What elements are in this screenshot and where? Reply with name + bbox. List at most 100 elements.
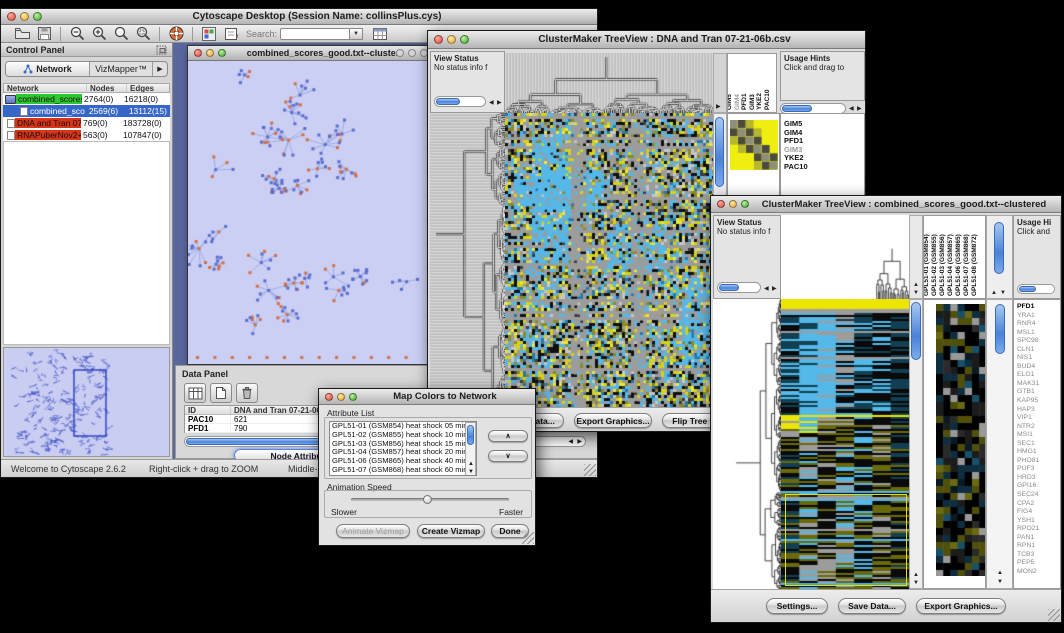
network-row[interactable]: DNA and Tran 07769(0)183728(0)	[3, 117, 170, 129]
scroll-right-arrow[interactable]: ▶	[857, 106, 862, 112]
scroll-left-arrow[interactable]: ◀	[568, 439, 573, 445]
minimize-button[interactable]	[206, 49, 214, 57]
tab-vizmapper[interactable]: VizMapper™	[90, 62, 153, 76]
heatmap-canvas[interactable]	[505, 113, 713, 409]
scroll-right-arrow[interactable]: ▶	[577, 439, 582, 445]
network-row[interactable]: RNAPuberNov2+|563(0)107847(0)	[3, 129, 170, 141]
minimize-button[interactable]	[408, 49, 416, 57]
usage-scrollbar[interactable]	[1017, 284, 1055, 294]
view-status-scrollbar[interactable]	[717, 282, 761, 293]
annotation-button[interactable]	[220, 26, 242, 42]
attribute-item[interactable]: GPL51-07 (GSM868) heat shock 60 min	[330, 466, 476, 475]
network-view-canvas-1[interactable]	[188, 61, 430, 364]
export-graphics-button[interactable]: Export Graphics...	[574, 413, 652, 428]
attribute-browser-button[interactable]	[369, 26, 391, 42]
minimize-button[interactable]	[447, 35, 456, 44]
scroll-left-arrow[interactable]: ◀	[849, 106, 854, 112]
scroll-right-arrow[interactable]: ▶	[497, 100, 502, 106]
help-button[interactable]	[165, 26, 187, 42]
vizmapper-button[interactable]	[198, 26, 220, 42]
minimize-button[interactable]	[337, 393, 345, 401]
scroll-right-arrow[interactable]: ▶	[716, 104, 721, 110]
create-vizmap-button[interactable]: Create Vizmap	[417, 524, 485, 538]
save-session-button[interactable]	[33, 26, 55, 42]
tab-network[interactable]: Network	[6, 62, 90, 76]
column-dendrogram-canvas[interactable]	[781, 215, 909, 299]
network-window1-titlebar[interactable]: combined_scores_good.txt--cluste...	[188, 46, 430, 61]
correlation-matrix-canvas[interactable]	[730, 120, 778, 170]
dialog-titlebar[interactable]: Map Colors to Network	[319, 389, 535, 405]
scroll-up-arrow[interactable]: ▲	[997, 570, 1003, 576]
close-button[interactable]	[7, 12, 16, 21]
resize-grip[interactable]	[1048, 609, 1060, 621]
settings-button[interactable]: Settings...	[766, 598, 828, 614]
zoom-button[interactable]	[741, 200, 749, 208]
zoom-out-button[interactable]	[66, 26, 88, 42]
scrollbar-thumb[interactable]	[1019, 286, 1036, 292]
scrollbar-thumb[interactable]	[715, 117, 724, 187]
scroll-left-arrow[interactable]: ◀	[764, 286, 769, 292]
speed-slider-thumb[interactable]	[423, 495, 432, 504]
label-scroll-strip[interactable]: ▶	[713, 53, 727, 113]
minimize-button[interactable]	[20, 12, 29, 21]
close-button[interactable]	[396, 49, 404, 57]
move-up-button[interactable]: ∧	[488, 430, 528, 442]
tab-overflow-arrow[interactable]: ▶	[153, 62, 167, 76]
close-button[interactable]	[325, 393, 333, 401]
scroll-down-arrow[interactable]: ▼	[913, 580, 919, 586]
scroll-down-arrow[interactable]: ▼	[468, 469, 474, 475]
close-button[interactable]	[717, 200, 725, 208]
save-data-button[interactable]: Save Data...	[838, 598, 906, 614]
scrollbar-thumb[interactable]	[467, 425, 474, 445]
zoom-button[interactable]	[460, 35, 469, 44]
main-titlebar[interactable]: Cytoscape Desktop (Session Name: collins…	[1, 9, 597, 25]
list-vscrollbar[interactable]: ▲ ▼	[465, 422, 476, 476]
scroll-down-arrow[interactable]: ▼	[1000, 290, 1006, 296]
scroll-right-arrow[interactable]: ▶	[772, 286, 777, 292]
network-row[interactable]: combined_sco2569(6)13112(15)	[3, 105, 170, 117]
treeview2-titlebar[interactable]: ClusterMaker TreeView : combined_scores_…	[711, 196, 1061, 213]
network-overview-panel[interactable]	[3, 347, 170, 457]
scrollbar-thumb[interactable]	[436, 98, 460, 105]
heatmap-vscrollbar[interactable]: ▲ ▼	[909, 299, 923, 589]
close-button[interactable]	[194, 49, 202, 57]
network-row[interactable]: combined_scores2764(0)16218(0)	[3, 93, 170, 105]
close-button[interactable]	[434, 35, 443, 44]
scrollbar-thumb[interactable]	[719, 284, 739, 291]
float-panel-icon[interactable]	[156, 45, 167, 55]
scrollbar-thumb[interactable]	[995, 304, 1005, 354]
column-dendrogram-canvas[interactable]	[505, 53, 713, 113]
scroll-up-arrow[interactable]: ▲	[913, 282, 919, 288]
open-session-button[interactable]	[11, 26, 33, 42]
scroll-down-arrow[interactable]: ▼	[913, 290, 919, 296]
move-down-button[interactable]: ∨	[488, 450, 528, 462]
zoom-fit-button[interactable]	[132, 26, 154, 42]
search-input[interactable]	[280, 28, 350, 40]
resize-grip[interactable]	[522, 532, 534, 544]
zoom-button[interactable]	[33, 12, 42, 21]
search-dropdown-arrow[interactable]: ▼	[350, 28, 363, 40]
view-status-scrollbar[interactable]	[434, 96, 486, 107]
scroll-down-arrow[interactable]: ▼	[997, 579, 1003, 585]
scroll-up-arrow[interactable]: ▲	[991, 290, 997, 296]
zoom-button[interactable]	[218, 49, 226, 57]
zoom-selected-button[interactable]	[110, 26, 132, 42]
scroll-left-arrow[interactable]: ◀	[489, 100, 494, 106]
resize-grip[interactable]	[584, 464, 596, 476]
treeview1-titlebar[interactable]: ClusterMaker TreeView : DNA and Tran 07-…	[428, 31, 865, 49]
scroll-up-arrow[interactable]: ▲	[913, 572, 919, 578]
selection-rectangle[interactable]	[785, 494, 907, 586]
zoom-button[interactable]	[349, 393, 357, 401]
scrollbar-thumb[interactable]	[911, 302, 921, 360]
row-dendrogram-canvas[interactable]	[430, 113, 505, 409]
gene-scroll-strip[interactable]: ▲ ▼	[986, 299, 1013, 589]
new-attribute-button[interactable]	[210, 383, 232, 403]
scroll-up-arrow[interactable]: ▲	[468, 461, 474, 467]
row-dendrogram-canvas[interactable]	[713, 299, 781, 589]
delete-attribute-button[interactable]	[236, 383, 258, 403]
animate-vizmap-button[interactable]: Animate Vizmap	[336, 524, 410, 538]
attribute-select-button[interactable]	[184, 383, 206, 403]
submatrix-canvas[interactable]	[936, 304, 986, 576]
export-graphics-button[interactable]: Export Graphics...	[916, 598, 1006, 614]
zoom-in-button[interactable]	[88, 26, 110, 42]
